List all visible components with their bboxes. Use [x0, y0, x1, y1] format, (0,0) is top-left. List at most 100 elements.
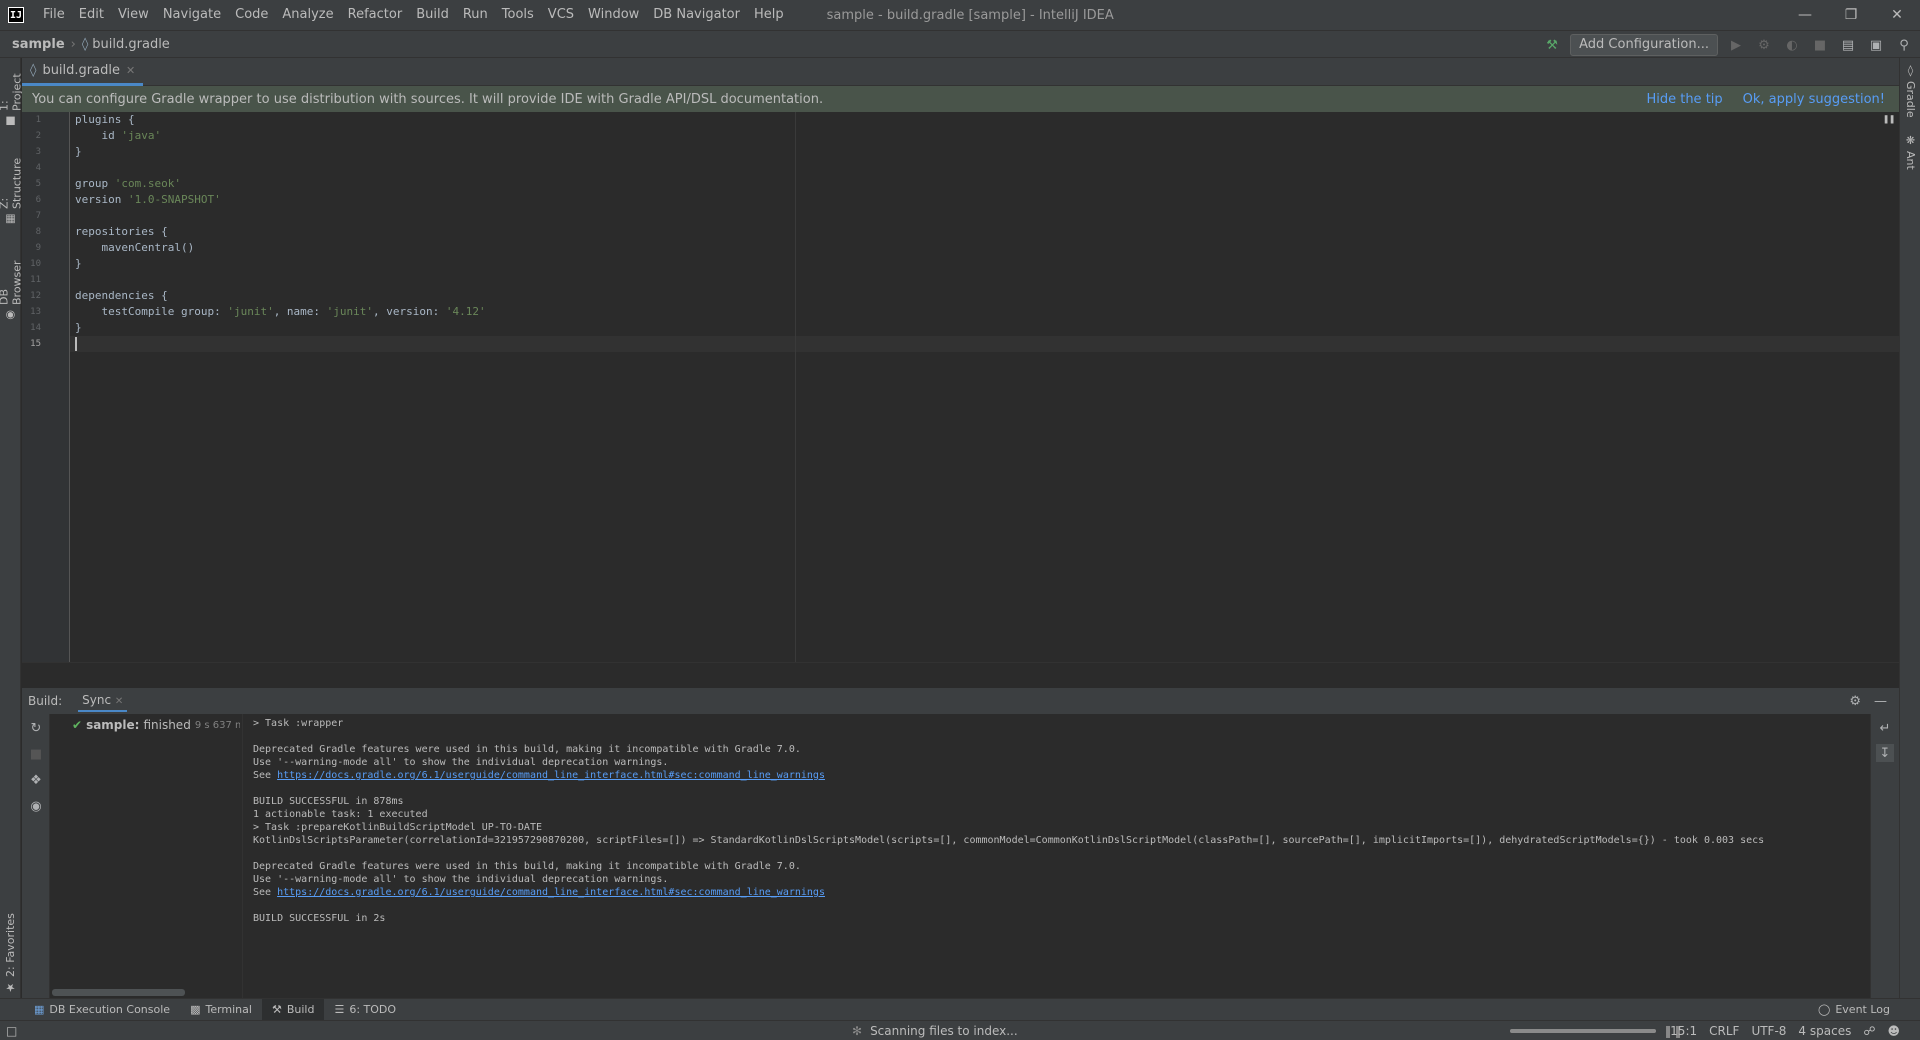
code-line: plugins { [75, 113, 135, 126]
hide-tip-link[interactable]: Hide the tip [1646, 92, 1722, 107]
menu-analyze[interactable]: Analyze [275, 0, 340, 30]
build-label: Build: [28, 694, 63, 708]
code-string: 'junit' [227, 305, 274, 318]
docs-link[interactable]: https://docs.gradle.org/6.1/userguide/co… [277, 887, 825, 898]
gear-icon[interactable]: ⚙ [1849, 694, 1861, 709]
refresh-icon[interactable]: ↻ [28, 720, 44, 736]
soft-wrap-icon[interactable]: ↵ [1877, 720, 1893, 736]
menu-file[interactable]: File [36, 0, 72, 30]
tab-sync[interactable]: Sync ✕ [78, 690, 128, 712]
line-number: 1 [35, 115, 41, 125]
gradle-tip-banner: You can configure Gradle wrapper to use … [22, 86, 1899, 112]
indexing-progress-bar [1510, 1029, 1656, 1033]
lock-icon[interactable]: ☍ [1857, 1024, 1881, 1038]
menu-refactor[interactable]: Refactor [341, 0, 410, 30]
search-icon[interactable]: ⚲ [1894, 35, 1914, 55]
status-bar: □ ✻ Scanning files to index... ❚❚ 15:1 CR… [0, 1020, 1920, 1040]
line-separator[interactable]: CRLF [1703, 1024, 1745, 1038]
close-window-icon[interactable]: ✕ [1874, 0, 1920, 30]
checkmark-icon: ✔ [72, 718, 83, 732]
tool-structure[interactable]: ▦ Z: Structure [0, 150, 24, 226]
tree-item-status: finished [143, 718, 191, 732]
run-icon[interactable]: ▶ [1726, 35, 1746, 55]
editor-tab-bar: ◊ build.gradle ✕ [22, 58, 1899, 86]
code-editor[interactable]: 1 2 3 4 5 6 7 8 9 10 11 12 13 14 15 plug… [22, 112, 1899, 662]
code-string: '4.12' [445, 305, 486, 318]
indent-setting[interactable]: 4 spaces [1792, 1024, 1857, 1038]
project-structure-icon[interactable]: ▤ [1838, 35, 1858, 55]
menu-tools[interactable]: Tools [495, 0, 541, 30]
caret-position[interactable]: 15:1 [1664, 1024, 1703, 1038]
tree-scrollbar[interactable] [52, 989, 185, 996]
indexing-status: ✻ Scanning files to index... [852, 1024, 1018, 1038]
tool-gradle[interactable]: ◊ Gradle [1901, 64, 1920, 120]
restore-icon[interactable]: ❐ [1828, 0, 1874, 30]
stop-icon[interactable]: ■ [28, 746, 44, 762]
tree-item-sample[interactable]: ✔ sample: finished 9 s 637 ms [72, 718, 240, 732]
breadcrumb-project[interactable]: sample [12, 37, 65, 52]
gradle-icon: ◊ [1904, 64, 1917, 77]
tool-favorites[interactable]: ★ 2: Favorites [1, 908, 20, 994]
breadcrumb-file[interactable]: build.gradle [92, 37, 170, 52]
menu-db-navigator[interactable]: DB Navigator [646, 0, 747, 30]
line-number: 8 [35, 227, 41, 237]
tab-event-log[interactable]: ◯ Event Log [1808, 999, 1900, 1021]
line-number: 12 [30, 291, 41, 301]
code-line: dependencies { [75, 289, 168, 302]
navigation-bar: sample › ◊ build.gradle ⚒ Add Configurat… [0, 30, 1920, 58]
pause-icon[interactable]: ❚❚ [1883, 114, 1895, 125]
gradle-file-icon: ◊ [30, 63, 37, 78]
breadcrumb-chevron-icon: › [70, 36, 76, 52]
build-console[interactable]: > Task :wrapper Deprecated Gradle featur… [243, 714, 1870, 998]
close-tab-icon[interactable]: ✕ [115, 696, 123, 707]
console-line: BUILD SUCCESSFUL in 878ms [253, 796, 404, 807]
editor-tab-build-gradle[interactable]: ◊ build.gradle ✕ [22, 58, 144, 86]
menu-help[interactable]: Help [747, 0, 791, 30]
apply-suggestion-link[interactable]: Ok, apply suggestion! [1743, 92, 1885, 107]
tool-project-label: 1: Project [0, 73, 24, 111]
menu-build[interactable]: Build [409, 0, 456, 30]
eye-icon[interactable]: ◉ [28, 798, 44, 814]
inspector-icon[interactable]: ☻ [1881, 1024, 1906, 1038]
line-number: 5 [35, 179, 41, 189]
docs-link[interactable]: https://docs.gradle.org/6.1/userguide/co… [277, 770, 825, 781]
menu-edit[interactable]: Edit [72, 0, 111, 30]
code-string: 'com.seok' [114, 177, 181, 190]
toggle-tool-windows-icon[interactable]: □ [6, 1024, 17, 1038]
hide-panel-icon[interactable]: — [1874, 694, 1887, 709]
pin-icon[interactable]: ❖ [28, 772, 44, 788]
coverage-icon[interactable]: ◐ [1782, 35, 1802, 55]
tab-build[interactable]: ⚒ Build [261, 998, 325, 1021]
menu-navigate[interactable]: Navigate [156, 0, 228, 30]
tip-message: You can configure Gradle wrapper to use … [32, 91, 824, 107]
menu-window[interactable]: Window [581, 0, 646, 30]
scroll-to-end-icon[interactable]: ↧ [1876, 744, 1894, 762]
event-log-icon: ◯ [1818, 1003, 1831, 1016]
tool-ant[interactable]: ❋ Ant [1901, 134, 1920, 174]
debug-icon[interactable]: ⚙ [1754, 35, 1774, 55]
tree-item-time: 9 s 637 ms [194, 719, 240, 731]
bottom-tool-tabs: ▦ DB Execution Console ▩ Terminal ⚒ Build ☰… [0, 998, 1920, 1021]
file-encoding[interactable]: UTF-8 [1745, 1024, 1792, 1038]
tool-project[interactable]: ■ 1: Project [0, 62, 24, 128]
code-line: } [75, 145, 82, 158]
frame-icon[interactable]: ▣ [1866, 35, 1886, 55]
tab-db-execution-console[interactable]: ▦ DB Execution Console [24, 999, 180, 1021]
stop-icon[interactable]: ■ [1810, 35, 1830, 55]
add-configuration-button[interactable]: Add Configuration... [1570, 34, 1718, 56]
code-line: id 'java' [75, 129, 161, 142]
line-number: 3 [35, 147, 41, 157]
console-toolbar: ↵ ↧ [1870, 714, 1899, 998]
build-hammer-icon[interactable]: ⚒ [1542, 35, 1562, 55]
menu-view[interactable]: View [111, 0, 156, 30]
close-tab-icon[interactable]: ✕ [126, 64, 135, 77]
tab-todo[interactable]: ☰ 6: TODO [324, 999, 406, 1021]
minimize-icon[interactable]: — [1782, 0, 1828, 30]
code-token: , name: [273, 305, 327, 318]
menu-vcs[interactable]: VCS [541, 0, 581, 30]
menu-run[interactable]: Run [456, 0, 495, 30]
tab-terminal[interactable]: ▩ Terminal [180, 999, 262, 1021]
console-line: BUILD SUCCESSFUL in 2s [253, 913, 386, 924]
menu-code[interactable]: Code [228, 0, 275, 30]
tool-db-browser[interactable]: ◉ DB Browser [0, 244, 24, 322]
